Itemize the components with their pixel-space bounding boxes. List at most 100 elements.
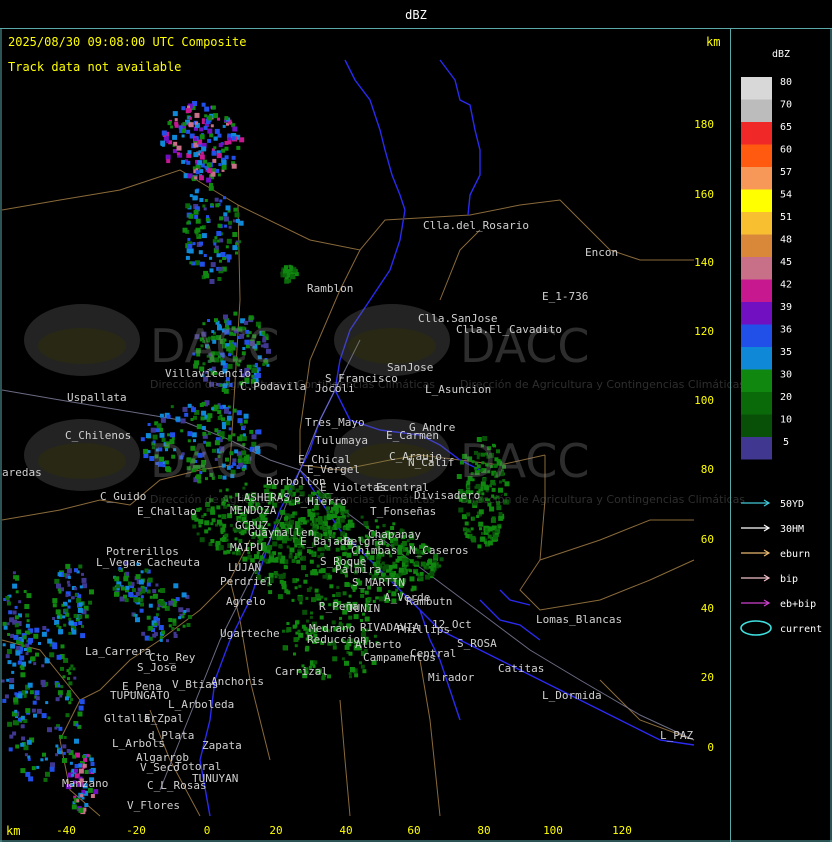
legend-value-label: 60 [780, 145, 792, 156]
legend-value-label: 80 [780, 77, 792, 88]
legend-value-label: 45 [780, 257, 792, 268]
legend-swatch [741, 77, 772, 100]
km-unit-top: km [706, 35, 720, 49]
legend-value-label: 30 [780, 370, 792, 381]
place-label: Central [410, 647, 456, 660]
place-label: Clla.del_Rosario [423, 219, 529, 232]
y-tick-label: 80 [701, 463, 714, 476]
x-tick-label: 0 [204, 824, 211, 837]
place-label: Carrizal [275, 665, 328, 678]
legend-value-label: 35 [780, 347, 792, 358]
place-label: E_Zpal [144, 712, 184, 725]
y-tick-label: 0 [707, 741, 714, 754]
legend-swatch [741, 414, 772, 437]
place-label: Encon [585, 246, 618, 259]
legend-swatch [741, 324, 772, 347]
place-label: V_Flores [127, 799, 180, 812]
place-label: Ramblon [307, 282, 353, 295]
legend-value-label: 36 [780, 325, 792, 336]
watermark-brand: DACC [460, 434, 590, 488]
place-label: L_Vegas [96, 556, 142, 569]
legend-swatch [741, 212, 772, 235]
current-ellipse-icon [740, 620, 772, 636]
place-label: Manzano [62, 777, 108, 790]
place-label: Rambutn [406, 595, 452, 608]
km-unit-bottom: km [6, 824, 20, 838]
place-label: C_Chilenos [65, 429, 131, 442]
place-label: N_Calif [408, 456, 454, 469]
legend-swatch [741, 369, 772, 392]
place-label: Perdriel [220, 575, 273, 588]
x-tick-label: 100 [543, 824, 563, 837]
place-label: Divisadero [414, 489, 480, 502]
place-label: JUNIN [347, 602, 380, 615]
place-label: Uspallata [67, 391, 127, 404]
place-label: L_Arboleda [168, 698, 234, 711]
place-label: N_Caseros [409, 544, 469, 557]
track-legend-label: bip [780, 574, 798, 585]
x-tick-label: 20 [269, 824, 282, 837]
legend-value-label: 54 [780, 190, 792, 201]
current-legend-label: current [780, 624, 822, 635]
place-label: L_PAZ [660, 729, 693, 742]
track-legend-label: eburn [780, 549, 810, 560]
legend-value-label: 70 [780, 100, 792, 111]
x-axis: -40 -20 0 20 40 60 80 100 120 [56, 824, 632, 837]
y-tick-label: 100 [694, 394, 714, 407]
window-title: dBZ [405, 8, 427, 22]
y-tick-label: 160 [694, 188, 714, 201]
place-label: 12_Oct [432, 618, 472, 631]
legend-value-label: 65 [780, 122, 792, 133]
legend-value-label: 48 [780, 235, 792, 246]
watermark-subtitle: Dirección de Agricultura y Contingencias… [460, 378, 745, 391]
legend-swatch [741, 257, 772, 280]
place-label: L_Asuncion [425, 383, 491, 396]
track-legend-label: eb+bip [780, 599, 816, 610]
place-label: S_ROSA [457, 637, 497, 650]
place-label: V_Seco [140, 761, 180, 774]
place-label: Lomas_Blancas [536, 613, 622, 626]
legend-swatch [741, 347, 772, 370]
track-legend-label: 50YD [780, 499, 804, 510]
place-label: C.Podavila [240, 380, 306, 393]
legend-title: dBZ [772, 49, 790, 60]
legend-swatch [741, 279, 772, 302]
place-label: Catitas [498, 662, 544, 675]
place-label: La_Carrera [85, 645, 151, 658]
dbz-legend: dBZ 80 70 65 60 57 54 51 48 45 42 39 36 35 30 20 10 5 50Y… [740, 49, 822, 636]
place-label: C_L_Rosas [147, 779, 207, 792]
x-tick-label: 40 [339, 824, 352, 837]
watermark-brand: DACC [150, 434, 280, 488]
place-label: aredas [2, 466, 42, 479]
legend-value-label: 57 [780, 167, 792, 178]
place-label: Palmira [335, 563, 381, 576]
legend-swatch [741, 437, 772, 460]
y-tick-label: 40 [701, 602, 714, 615]
place-label: Agrelo [226, 595, 266, 608]
place-label: Ugarteche [220, 627, 280, 640]
watermark-brand: DACC [150, 319, 280, 373]
place-label: TUPUNGATO [110, 689, 170, 702]
place-label: Borbollon [266, 475, 326, 488]
x-tick-label: -20 [126, 824, 146, 837]
legend-swatch [741, 302, 772, 325]
place-label: Anchoris [211, 675, 264, 688]
place-label: LUJAN [228, 561, 261, 574]
radar-display: dBZ DACCDirección de Agricultura y Conti… [0, 0, 832, 842]
legend-value-label: 51 [780, 212, 792, 223]
y-tick-label: 120 [694, 325, 714, 338]
place-label: MAIPU [230, 541, 263, 554]
place-label: Zapata [202, 739, 242, 752]
place-label: C_Guido [100, 490, 146, 503]
place-label: Villavicencio [165, 367, 251, 380]
place-label: Tres_Mayo [305, 416, 365, 429]
legend-value-label: 20 [780, 392, 792, 403]
track-status-label: Track data not available [8, 60, 181, 74]
place-label: Mirador [428, 671, 475, 684]
place-label: Tulumaya [315, 434, 368, 447]
place-label: Clla.El_Cavadito [456, 323, 562, 336]
legend-swatch [741, 189, 772, 212]
legend-value-label: 39 [780, 302, 792, 313]
legend-swatch [741, 99, 772, 122]
legend-value-label: 5 [783, 437, 789, 448]
